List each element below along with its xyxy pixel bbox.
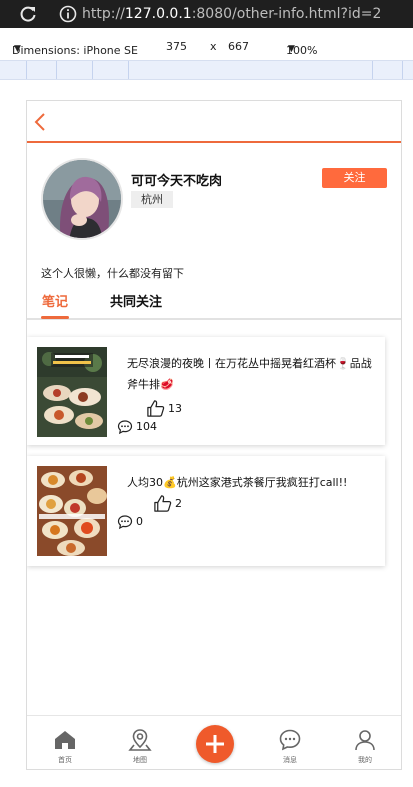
comment-count: 0 bbox=[136, 515, 143, 528]
comment-count: 104 bbox=[136, 420, 157, 433]
tab-common-follows[interactable]: 共同关注 bbox=[110, 291, 162, 310]
plus-icon bbox=[206, 735, 224, 753]
tabbar-item-map[interactable]: 地图 bbox=[115, 716, 165, 769]
comment-icon bbox=[117, 420, 133, 435]
address-bar[interactable]: http://127.0.0.1:8080/other-info.html?id… bbox=[82, 4, 381, 24]
bio-text: 这个人很懒，什么都没有留下 bbox=[41, 267, 184, 280]
tabbar-label: 消息 bbox=[283, 756, 297, 764]
avatar[interactable] bbox=[41, 158, 123, 240]
tabbar-item-messages[interactable]: 消息 bbox=[265, 716, 315, 769]
device-toolbar: Dimensions: iPhone SE ▼ 375 x 667 100% ▼ bbox=[0, 36, 413, 60]
site-info-icon[interactable] bbox=[58, 4, 78, 24]
height-input[interactable]: 667 bbox=[228, 40, 249, 53]
tabbar-item-profile[interactable]: 我的 bbox=[340, 716, 390, 769]
phone-viewport: 可可今天不吃肉 杭州 关注 这个人很懒，什么都没有留下 笔记 共同关注 无尽浪漫… bbox=[26, 100, 402, 770]
url-scheme: http:// bbox=[82, 6, 125, 22]
city-tag: 杭州 bbox=[131, 191, 173, 208]
tabbar-label: 首页 bbox=[58, 756, 72, 764]
note-title[interactable]: 无尽浪漫的夜晚丨在万花丛中摇晃着红酒杯🍷品战斧牛排🥩 bbox=[127, 353, 377, 395]
caret-down-icon: ▼ bbox=[14, 44, 21, 54]
add-note-button[interactable] bbox=[196, 725, 234, 763]
avatar-image bbox=[43, 160, 121, 238]
reload-icon[interactable] bbox=[18, 4, 38, 24]
device-label: Dimensions: iPhone SE bbox=[12, 44, 138, 57]
map-pin-icon bbox=[128, 729, 152, 751]
tabbar-item-home[interactable]: 首页 bbox=[40, 716, 90, 769]
note-thumbnail[interactable] bbox=[37, 466, 107, 556]
url-host: 127.0.0.1 bbox=[124, 6, 192, 22]
like-count: 2 bbox=[175, 497, 182, 510]
width-input[interactable]: 375 bbox=[166, 40, 187, 53]
nav-bar bbox=[27, 101, 401, 143]
follow-button[interactable]: 关注 bbox=[322, 168, 387, 188]
tabbar-label: 地图 bbox=[133, 756, 147, 764]
back-arrow-icon[interactable] bbox=[31, 111, 49, 133]
caret-down-icon: ▼ bbox=[288, 44, 295, 54]
food-photo-image bbox=[37, 466, 107, 556]
nickname: 可可今天不吃肉 bbox=[131, 174, 223, 189]
active-tab-indicator bbox=[41, 316, 69, 319]
thumbs-up-icon bbox=[147, 400, 165, 417]
browser-toolbar: http://127.0.0.1:8080/other-info.html?id… bbox=[0, 0, 413, 28]
user-icon bbox=[355, 730, 375, 751]
food-photo-image bbox=[37, 347, 107, 437]
note-title[interactable]: 人均30💰杭州这家港式茶餐厅我疯狂打call!! bbox=[127, 472, 377, 493]
tab-notes[interactable]: 笔记 bbox=[42, 291, 68, 310]
chat-icon bbox=[279, 729, 301, 751]
comment-icon bbox=[117, 515, 133, 530]
note-card[interactable]: 人均30💰杭州这家港式茶餐厅我疯狂打call!! 2 0 bbox=[27, 456, 385, 566]
note-card[interactable]: 无尽浪漫的夜晚丨在万花丛中摇晃着红酒杯🍷品战斧牛排🥩 13 104 bbox=[27, 337, 385, 445]
home-icon bbox=[55, 731, 75, 749]
bottom-tab-bar: 首页 地图 消息 我的 bbox=[27, 715, 401, 769]
profile-tabs: 笔记 共同关注 bbox=[27, 289, 401, 320]
media-query-ruler bbox=[0, 60, 413, 80]
thumbs-up-icon bbox=[154, 495, 172, 512]
tabbar-label: 我的 bbox=[358, 756, 372, 764]
note-thumbnail[interactable] bbox=[37, 347, 107, 437]
like-count: 13 bbox=[168, 402, 182, 415]
dimension-separator: x bbox=[210, 40, 217, 53]
url-path: :8080/other-info.html?id=2 bbox=[191, 6, 382, 22]
